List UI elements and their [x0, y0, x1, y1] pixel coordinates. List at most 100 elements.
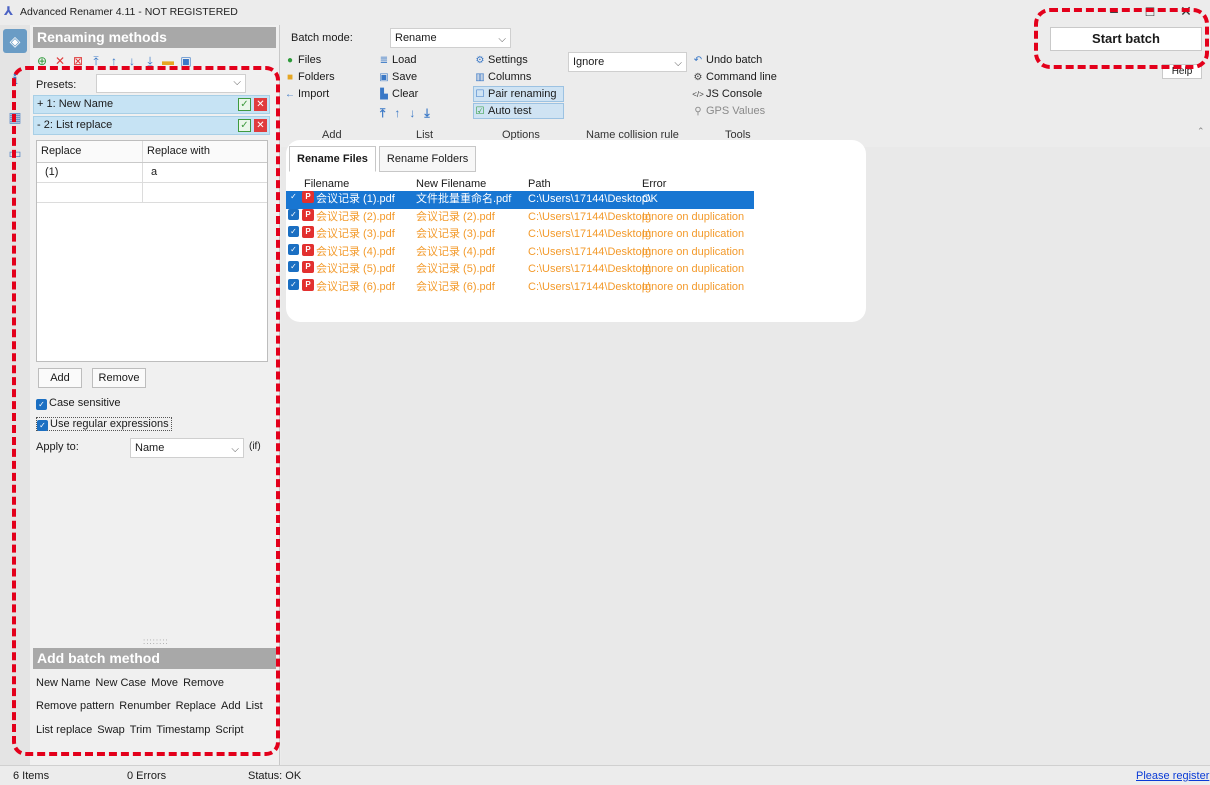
move-bottom-icon[interactable]: ⤓: [424, 106, 438, 120]
error-cell: Ignore on duplication: [642, 245, 745, 258]
app-logo-icon: ⅄: [4, 4, 14, 18]
load-list-button[interactable]: ≣ Load: [378, 53, 417, 68]
import-arrow-icon: ←: [285, 89, 295, 100]
pdf-file-icon: P: [302, 191, 314, 203]
maximize-button[interactable]: □: [1132, 1, 1168, 23]
import-button[interactable]: ← Import: [284, 87, 329, 102]
pair-renaming-toggle[interactable]: ☐ Pair renaming: [473, 86, 564, 102]
table-row[interactable]: ✓ P 会议记录 (2).pdf 会议记录 (2).pdf C:\Users\1…: [286, 208, 754, 227]
gear-icon: ⚙: [693, 72, 703, 83]
table-row[interactable]: ✓ P 会议记录 (6).pdf 会议记录 (6).pdf C:\Users\1…: [286, 278, 754, 297]
pdf-file-icon: P: [302, 226, 314, 239]
title-bar: ⅄ Advanced Renamer 4.11 - NOT REGISTERED…: [0, 0, 1210, 25]
collision-rule-value: Ignore: [573, 56, 605, 68]
row-checkbox[interactable]: ✓: [288, 261, 299, 273]
collision-rule-dropdown[interactable]: Ignore ⌵: [568, 52, 687, 72]
auto-test-toggle[interactable]: ☑ Auto test: [473, 103, 564, 119]
pdf-file-icon: P: [302, 278, 314, 291]
column-header-error[interactable]: Error: [642, 178, 666, 190]
path-cell: C:\Users\17144\Desktop\: [528, 280, 651, 293]
new-filename-cell: 会议记录 (4).pdf: [416, 245, 495, 258]
filename-cell: 会议记录 (1).pdf: [316, 193, 395, 205]
gps-values-label: GPS Values: [706, 105, 766, 117]
filename-cell: 会议记录 (6).pdf: [316, 280, 395, 293]
row-checkbox[interactable]: ✓: [288, 226, 299, 238]
js-console-label: JS Console: [706, 88, 763, 100]
help-button[interactable]: Help: [1162, 64, 1202, 79]
add-folders-button[interactable]: ■ Folders: [284, 70, 335, 85]
filename-cell: 会议记录 (2).pdf: [316, 210, 395, 223]
save-list-button[interactable]: ▣ Save: [378, 70, 417, 85]
row-checkbox[interactable]: ✓: [288, 243, 299, 255]
error-cell: Ignore on duplication: [642, 263, 745, 276]
path-cell: C:\Users\17144\Desktop\: [528, 263, 651, 276]
undo-batch-button[interactable]: ↶ Undo batch: [692, 53, 762, 68]
add-files-label: Files: [298, 54, 322, 66]
batch-mode-value: Rename: [395, 32, 437, 44]
pdf-file-icon: P: [302, 243, 314, 256]
row-checkbox[interactable]: ✓: [288, 278, 299, 290]
column-header-path[interactable]: Path: [528, 178, 551, 190]
table-row[interactable]: ✓ P 会议记录 (4).pdf 会议记录 (4).pdf C:\Users\1…: [286, 243, 754, 262]
row-checkbox[interactable]: ✓: [288, 191, 299, 202]
register-link[interactable]: Please register: [1136, 770, 1209, 782]
code-icon: </>: [692, 90, 704, 99]
tab-rename-files[interactable]: Rename Files: [289, 146, 376, 172]
columns-button[interactable]: ▥ Columns: [474, 70, 531, 85]
clear-list-button[interactable]: ▙ Clear: [378, 87, 418, 102]
pdf-file-icon: P: [302, 261, 314, 274]
new-filename-cell: 会议记录 (6).pdf: [416, 280, 495, 293]
minimize-button[interactable]: –: [1096, 1, 1132, 23]
table-row[interactable]: ✓ P 会议记录 (3).pdf 会议记录 (3).pdf C:\Users\1…: [286, 226, 754, 244]
pair-renaming-label: Pair renaming: [488, 88, 557, 100]
chevron-down-icon: ⌵: [498, 34, 506, 45]
filename-cell: 会议记录 (5).pdf: [316, 263, 395, 276]
move-top-icon[interactable]: ⤒: [380, 106, 394, 120]
start-batch-button[interactable]: Start batch: [1050, 27, 1202, 51]
collapse-ribbon-icon[interactable]: ⌃: [1197, 126, 1205, 137]
settings-button[interactable]: ⚙ Settings: [474, 53, 528, 68]
error-cell: OK: [642, 193, 658, 205]
window-controls: – □ ✕: [1096, 1, 1204, 23]
errors-count: 0 Errors: [127, 770, 167, 782]
new-filename-cell: 文件批量重命名.pdf: [416, 193, 512, 205]
status-bar: 6 Items 0 Errors Status: OK Please regis…: [0, 765, 1210, 785]
import-label: Import: [298, 88, 330, 100]
command-line-label: Command line: [706, 71, 777, 83]
load-label: Load: [392, 54, 417, 66]
add-files-button[interactable]: ● Files: [284, 53, 321, 68]
tab-bar: Rename Files Rename Folders: [289, 146, 477, 172]
pdf-file-icon: P: [302, 208, 314, 221]
window-title: Advanced Renamer 4.11 - NOT REGISTERED: [20, 6, 238, 18]
undo-batch-label: Undo batch: [706, 54, 763, 66]
close-button[interactable]: ✕: [1168, 1, 1204, 23]
new-filename-cell: 会议记录 (5).pdf: [416, 263, 495, 276]
table-row[interactable]: ✓ P 会议记录 (5).pdf 会议记录 (5).pdf C:\Users\1…: [286, 261, 754, 279]
highlight-left-panel: [12, 66, 280, 756]
file-grid[interactable]: Filename New Filename Path Error ✓ P 会议记…: [286, 176, 754, 297]
list-move-arrows[interactable]: ⤒↑↓⤓: [380, 106, 439, 120]
table-row[interactable]: ✓ P 会议记录 (1).pdf 文件批量重命名.pdf C:\Users\17…: [286, 191, 754, 209]
chevron-down-icon: ⌵: [674, 58, 682, 69]
command-line-button[interactable]: ⚙ Command line: [692, 70, 777, 85]
clear-label: Clear: [392, 88, 419, 100]
row-checkbox[interactable]: ✓: [288, 208, 299, 220]
columns-icon: ▥: [475, 72, 485, 83]
js-console-button[interactable]: </> JS Console: [692, 87, 762, 102]
column-header-new-filename[interactable]: New Filename: [416, 178, 486, 190]
error-cell: Ignore on duplication: [642, 228, 745, 241]
settings-label: Settings: [488, 54, 528, 66]
layers-icon[interactable]: ◈: [3, 29, 27, 53]
batch-mode-label: Batch mode:: [291, 32, 353, 44]
move-down-icon[interactable]: ↓: [409, 106, 424, 120]
batch-mode-dropdown[interactable]: Rename ⌵: [390, 28, 511, 48]
path-cell: C:\Users\17144\Desktop\: [528, 210, 651, 223]
list-icon: ≣: [379, 55, 389, 66]
add-folders-label: Folders: [298, 71, 335, 83]
gps-values-button[interactable]: ⚲ GPS Values: [692, 104, 765, 119]
tab-rename-folders[interactable]: Rename Folders: [378, 146, 477, 172]
file-grid-header: Filename New Filename Path Error: [286, 176, 754, 191]
move-up-icon[interactable]: ↑: [394, 106, 409, 120]
items-count: 6 Items: [13, 770, 50, 782]
column-header-filename[interactable]: Filename: [304, 178, 349, 190]
